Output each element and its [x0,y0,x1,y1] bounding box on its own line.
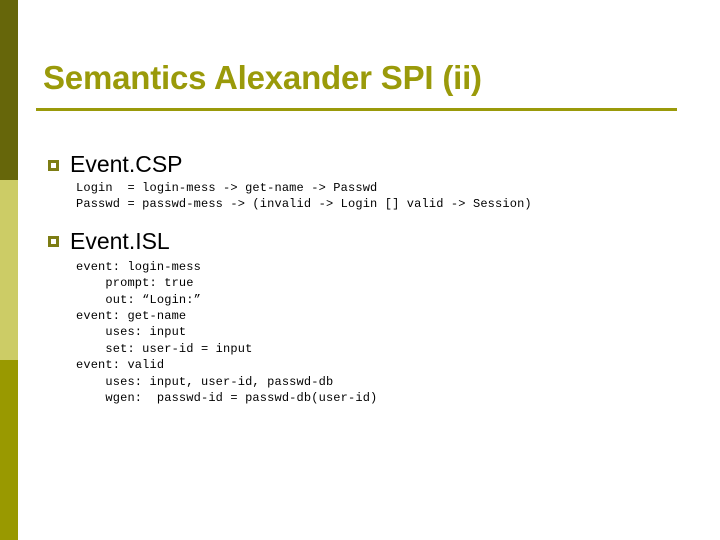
bullet-section-eventisl: Event.ISL event: login-mess prompt: true… [36,227,696,407]
title-block: Semantics Alexander SPI (ii) [36,58,678,111]
bullet-row-eventcsp: Event.CSP [36,150,696,178]
page-title: Semantics Alexander SPI (ii) [43,59,482,96]
bullet-heading-eventcsp: Event.CSP [70,151,183,177]
bullet-heading-eventisl: Event.ISL [70,227,170,254]
sidebar-segment-bottom [0,360,18,540]
sidebar-decoration [0,0,18,540]
code-block-eventcsp: Login = login-mess -> get-name -> Passwd… [76,181,532,212]
bullet-section-eventcsp: Event.CSP Login = login-mess -> get-name… [36,150,696,213]
sidebar-segment-middle [0,180,18,360]
hollow-square-bullet-icon [48,236,59,248]
code-block-eventisl: event: login-mess prompt: true out: “Log… [76,259,378,406]
slide-body: Event.CSP Login = login-mess -> get-name… [36,150,696,406]
slide-canvas: Semantics Alexander SPI (ii) Event.CSP L… [0,0,720,540]
sidebar-segment-top [0,0,18,180]
bullet-row-eventisl: Event.ISL [36,227,696,255]
title-underline-rule [36,108,677,111]
hollow-square-bullet-icon [48,159,59,171]
